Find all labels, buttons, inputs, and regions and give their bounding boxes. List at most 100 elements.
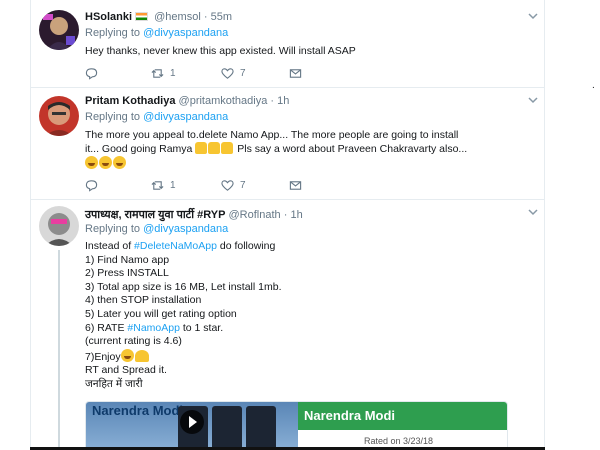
replying-prefix: Replying to	[85, 223, 141, 235]
reply-button[interactable]	[85, 179, 98, 192]
user-handle[interactable]: @pritamkothadiya	[179, 95, 268, 107]
timeline: HSolanki @hemsol · 55m Replying to @divy…	[30, 0, 545, 450]
display-name[interactable]: HSolanki	[85, 11, 132, 23]
separator-dot: ·	[270, 95, 275, 107]
instead-prefix: Instead of	[85, 240, 132, 252]
dm-button[interactable]	[289, 179, 302, 192]
hashtag-link[interactable]: #DeleteNaMoApp	[134, 240, 217, 252]
display-name[interactable]: उपाध्यक्ष, रामपाल युवा पार्टी #RYP	[85, 209, 225, 221]
chevron-down-icon[interactable]	[528, 208, 538, 219]
step6-prefix: 6) RATE	[85, 321, 125, 334]
chevron-down-icon[interactable]	[528, 12, 538, 23]
avatar[interactable]	[39, 206, 79, 246]
tweet-roflnath[interactable]: उपाध्यक्ष, रामपाल युवा पार्टी #RYP @Rofl…	[31, 200, 544, 450]
reply-icon	[85, 68, 98, 80]
step-line: 6) RATE #NamoApp to 1 star.	[85, 322, 540, 336]
dm-icon	[289, 181, 302, 190]
retweet-icon	[151, 181, 164, 190]
step6-suffix: to 1 star.	[182, 321, 224, 334]
thumbs-up-emoji	[208, 142, 221, 154]
replying-to: Replying to @divyaspandana	[85, 27, 228, 39]
step-line: RT and Spread it.	[85, 364, 167, 377]
card-title: Narendra Modi	[304, 408, 396, 423]
like-count: 7	[240, 180, 246, 191]
phone-graphic	[212, 406, 242, 450]
replying-to: Replying to @divyaspandana	[85, 223, 228, 235]
timestamp[interactable]: 1h	[277, 95, 289, 107]
tweet-text: Hey thanks, never knew this app existed.…	[85, 45, 356, 57]
card-rated: Rated on 3/23/18	[364, 436, 434, 446]
hashtag-link[interactable]: #NamoApp	[127, 322, 180, 334]
smile-emoji	[85, 156, 98, 169]
step-line: 2) Press INSTALL	[85, 267, 169, 280]
avatar[interactable]	[39, 96, 79, 136]
display-name[interactable]: Pritam Kothadiya	[85, 95, 175, 107]
card-image-title: Narendra Modi	[92, 403, 184, 418]
mention-link[interactable]: @divyaspandana	[143, 111, 228, 123]
mention-link[interactable]: @divyaspandana	[143, 223, 228, 235]
tweet-header: उपाध्यक्ष, रामपाल युवा पार्टी #RYP @Rofl…	[85, 207, 303, 222]
dm-icon	[289, 69, 302, 78]
replying-prefix: Replying to	[85, 111, 141, 123]
chevron-down-icon[interactable]	[528, 96, 538, 107]
like-count: 7	[240, 68, 246, 79]
step-line: 5) Later you will get rating option	[85, 307, 237, 320]
laugh-emoji	[120, 348, 134, 362]
tweet-header: Pritam Kothadiya @pritamkothadiya · 1h	[85, 95, 289, 107]
tweet-header: HSolanki @hemsol · 55m	[85, 11, 232, 23]
tweet-actions: 1 7	[85, 179, 315, 193]
card-image[interactable]: Narendra Modi	[86, 402, 298, 450]
mention-link[interactable]: @divyaspandana	[143, 27, 228, 39]
folded-hands-emoji	[134, 349, 149, 362]
reply-button[interactable]	[85, 67, 98, 80]
retweet-icon	[151, 69, 164, 78]
thumbs-up-emoji	[195, 142, 208, 154]
phone-graphic	[246, 406, 276, 450]
tweet-pritam-kothadiya[interactable]: Pritam Kothadiya @pritamkothadiya · 1h R…	[31, 88, 544, 200]
replying-to: Replying to @divyaspandana	[85, 111, 228, 123]
text-line: Instead of #DeleteNaMoApp do following	[85, 240, 540, 254]
like-button[interactable]: 7	[221, 67, 246, 80]
step-line: जनहित में जारी	[85, 377, 143, 390]
like-icon	[221, 68, 234, 79]
avatar[interactable]	[39, 10, 79, 50]
card-body[interactable]: Narendra Modi Rated on 3/23/18	[298, 402, 507, 450]
separator-dot: ·	[203, 11, 208, 23]
thread-line	[58, 250, 60, 450]
retweet-count: 1	[170, 180, 176, 191]
card-header: Narendra Modi	[298, 402, 507, 430]
tweet-hsolanki[interactable]: HSolanki @hemsol · 55m Replying to @divy…	[31, 0, 544, 88]
step-line: 3) Total app size is 16 MB, Let install …	[85, 280, 282, 293]
enjoy-text: 7)Enjoy	[85, 350, 121, 363]
tweet-text: Instead of #DeleteNaMoApp do following 1…	[85, 240, 540, 392]
timestamp[interactable]: 55m	[211, 11, 232, 23]
tweet-actions: 1 7	[85, 67, 315, 81]
user-handle[interactable]: @Roflnath	[229, 209, 281, 221]
retweet-button[interactable]: 1	[151, 67, 176, 80]
thumbs-up-emoji	[221, 142, 234, 154]
like-button[interactable]: 7	[221, 179, 246, 192]
user-handle[interactable]: @hemsol	[154, 11, 201, 23]
tweet-text-line1: The more you appeal to.delete Namo App..…	[85, 129, 459, 141]
separator-dot: ·	[283, 209, 288, 221]
link-card[interactable]: Narendra Modi Narendra Modi Rated on 3/2…	[85, 401, 508, 450]
instead-suffix: do following	[219, 240, 276, 252]
tweet-text: The more you appeal to.delete Namo App..…	[85, 128, 540, 171]
dm-button[interactable]	[289, 67, 302, 80]
retweet-count: 1	[170, 68, 176, 79]
india-flag-icon	[135, 12, 149, 21]
tweet-text-line2a: it... Good going Ramya	[85, 143, 193, 155]
tweet-text-line2b: Pls say a word about Praveen Chakravarty…	[237, 143, 468, 155]
play-icon[interactable]	[180, 410, 204, 434]
smile-emoji	[99, 156, 112, 169]
retweet-button[interactable]: 1	[151, 179, 176, 192]
step-line: (current rating is 4.6)	[85, 335, 182, 348]
smile-emoji	[113, 156, 126, 169]
like-icon	[221, 180, 234, 191]
step-line: 4) then STOP installation	[85, 294, 202, 307]
step-line: 7)Enjoy	[85, 348, 540, 365]
replying-prefix: Replying to	[85, 27, 141, 39]
reply-icon	[85, 180, 98, 192]
timestamp[interactable]: 1h	[290, 209, 302, 221]
margin-mark: .	[592, 80, 595, 91]
